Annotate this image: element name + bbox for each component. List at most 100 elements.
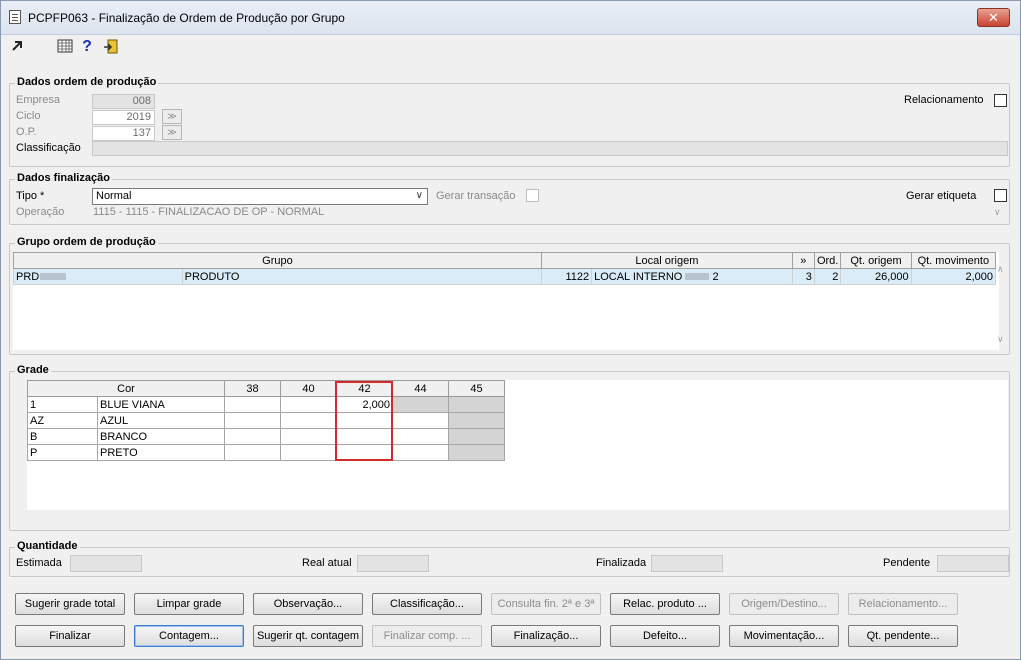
tipo-select[interactable]: Normal ∨: [92, 188, 428, 205]
grade-cell[interactable]: [224, 428, 281, 445]
defeito-button[interactable]: Defeito...: [610, 625, 720, 647]
sugerir-grade-total-button[interactable]: Sugerir grade total: [15, 593, 125, 615]
relacionamento-button[interactable]: Relacionamento...: [848, 593, 958, 615]
window-title: PCPFP063 - Finalização de Ordem de Produ…: [28, 11, 345, 25]
grade-cell[interactable]: [280, 396, 337, 413]
masked-text: [40, 272, 67, 280]
calendar-grid-icon[interactable]: [57, 39, 73, 55]
op-field[interactable]: 137: [92, 126, 155, 141]
grade-row: P PRETO: [27, 444, 505, 461]
grupo-name: PRODUTO: [181, 268, 542, 285]
exit-door-icon[interactable]: [103, 39, 119, 55]
grade-cell[interactable]: [224, 396, 281, 413]
classificação-button[interactable]: Classificação...: [372, 593, 482, 615]
grade-cell[interactable]: [392, 428, 449, 445]
tipo-label: Tipo *: [16, 190, 45, 202]
size-45: 45: [448, 380, 505, 397]
gerar-etiqueta-label: Gerar etiqueta: [906, 190, 977, 202]
contagem-button[interactable]: Contagem...: [134, 625, 244, 647]
gerar-etiqueta-checkbox[interactable]: [994, 189, 1007, 202]
grade-cell[interactable]: [280, 428, 337, 445]
main-window: PCPFP063 - Finalização de Ordem de Produ…: [0, 0, 1021, 660]
limpar-grade-button[interactable]: Limpar grade: [134, 593, 244, 615]
size-42: 42: [336, 380, 393, 397]
finalizada-field: [651, 555, 723, 572]
grade-row: 1 BLUE VIANA 2,000: [27, 396, 505, 413]
ciclo-lookup-button[interactable]: ≫: [162, 109, 182, 124]
pendente-label: Pendente: [883, 557, 931, 569]
grade-cell[interactable]: 2,000: [336, 396, 393, 413]
relac-produto-button[interactable]: Relac. produto ...: [610, 593, 720, 615]
arrow-cursor-icon[interactable]: [9, 39, 25, 55]
grade-cell[interactable]: [224, 444, 281, 461]
masked-text: [685, 272, 710, 280]
empresa-label: Empresa: [16, 94, 61, 106]
cor-code: AZ: [27, 412, 98, 429]
consulta-fin-2-e-3-button[interactable]: Consulta fin. 2ª e 3ª: [491, 593, 601, 615]
grade-cell[interactable]: [448, 396, 505, 413]
tipo-value: Normal: [96, 190, 132, 202]
toolbar: ?: [1, 35, 1020, 61]
grade-cell[interactable]: [448, 444, 505, 461]
origem-destino-button[interactable]: Origem/Destino...: [729, 593, 839, 615]
sugerir-qt-contagem-button[interactable]: Sugerir qt. contagem: [253, 625, 363, 647]
title-bar: PCPFP063 - Finalização de Ordem de Produ…: [1, 1, 1020, 35]
operacao-label: Operação: [16, 206, 65, 218]
observação-button[interactable]: Observação...: [253, 593, 363, 615]
scroll-down-icon[interactable]: ∨: [997, 334, 1004, 345]
cor-name: BRANCO: [97, 428, 225, 445]
document-icon: [9, 10, 21, 24]
grade-cell[interactable]: [448, 412, 505, 429]
classificacao-field: [92, 141, 1008, 156]
movimentação-button[interactable]: Movimentação...: [729, 625, 839, 647]
grade-cell[interactable]: [392, 412, 449, 429]
col-ord[interactable]: Ord.: [813, 252, 842, 269]
grade-cell[interactable]: [336, 428, 393, 445]
finalizar-comp-button[interactable]: Finalizar comp. ...: [372, 625, 482, 647]
local-name: LOCAL INTERNO 2: [591, 268, 793, 285]
quantidade-legend: Quantidade: [15, 540, 80, 552]
help-icon[interactable]: ?: [79, 39, 95, 55]
grade-cell[interactable]: [280, 444, 337, 461]
grade-cell[interactable]: [448, 428, 505, 445]
cor-name: PRETO: [97, 444, 225, 461]
close-button[interactable]: ✕: [977, 8, 1010, 27]
col-seq[interactable]: »: [791, 252, 815, 269]
table-row[interactable]: PRD PRODUTO 1122 LOCAL INTERNO 2 3 2 26,…: [13, 268, 997, 285]
ciclo-field[interactable]: 2019: [92, 110, 155, 125]
pendente-field: [937, 555, 1009, 572]
size-38: 38: [224, 380, 281, 397]
empresa-field: 008: [92, 94, 155, 109]
op-lookup-button[interactable]: ≫: [162, 125, 182, 140]
qt-pendente-button[interactable]: Qt. pendente...: [848, 625, 958, 647]
col-cor: Cor: [27, 380, 225, 397]
scroll-up-icon[interactable]: ∧: [997, 264, 1004, 275]
operacao-chevron-down-icon: ∨: [994, 207, 1001, 217]
cor-code: P: [27, 444, 98, 461]
operacao-value: 1115 - 1115 - FINALIZACAO DE OP - NORMAL: [93, 206, 325, 218]
relacionamento-checkbox[interactable]: [994, 94, 1007, 107]
grade-cell[interactable]: [280, 412, 337, 429]
finalizar-button[interactable]: Finalizar: [15, 625, 125, 647]
col-local-origem[interactable]: Local origem: [540, 252, 793, 269]
grade-legend: Grade: [15, 364, 51, 376]
seq-cell: 3: [791, 268, 815, 285]
grade-cell[interactable]: [336, 444, 393, 461]
grade-cell[interactable]: [392, 444, 449, 461]
grade-cell[interactable]: [224, 412, 281, 429]
gerar-transacao-checkbox[interactable]: [526, 189, 539, 202]
gerar-transacao-label: Gerar transação: [436, 190, 516, 202]
real-atual-field: [357, 555, 429, 572]
cor-name: AZUL: [97, 412, 225, 429]
ord-cell: 2: [813, 268, 842, 285]
estimada-label: Estimada: [16, 557, 62, 569]
dados-ordem-group: Dados ordem de produção Empresa 008 Cicl…: [9, 76, 1010, 167]
grade-group: Grade Cor 38 40 42 44 45 1 BLUE VIANA 2,…: [9, 364, 1010, 531]
col-grupo[interactable]: Grupo: [13, 252, 542, 269]
grade-cell[interactable]: [336, 412, 393, 429]
grade-cell[interactable]: [392, 396, 449, 413]
real-atual-label: Real atual: [302, 557, 352, 569]
col-qt-origem[interactable]: Qt. origem: [840, 252, 912, 269]
finalização-button[interactable]: Finalização...: [491, 625, 601, 647]
col-qt-movimento[interactable]: Qt. movimento: [910, 252, 997, 269]
